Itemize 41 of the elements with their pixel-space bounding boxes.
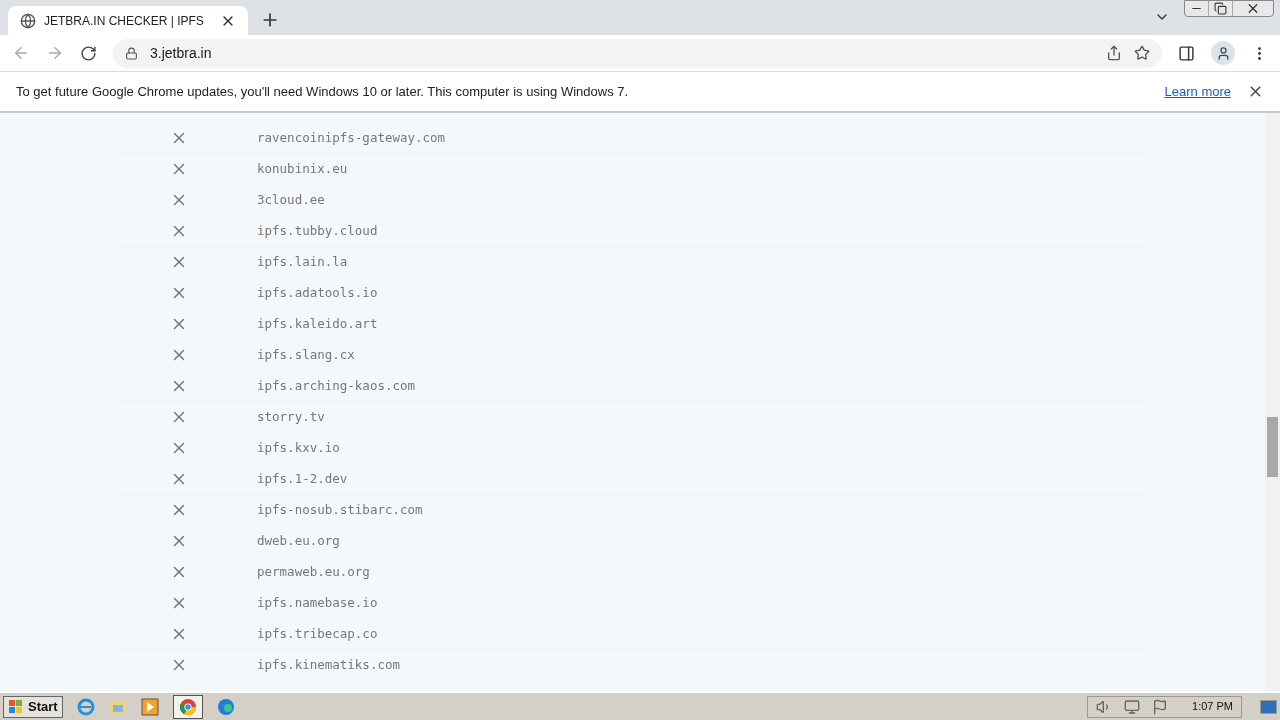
show-desktop-button[interactable] [1260, 699, 1277, 714]
gateway-host: ipfs.1-2.dev [257, 469, 348, 488]
profile-avatar[interactable] [1211, 41, 1235, 65]
person-icon [1215, 45, 1231, 61]
scrollbar-thumb[interactable] [1267, 417, 1278, 477]
share-icon[interactable] [1106, 45, 1122, 61]
gateway-host: ipfs.tubby.cloud [257, 221, 378, 240]
media-player-icon[interactable] [140, 697, 159, 716]
scrollbar[interactable] [1265, 113, 1280, 691]
gateway-host: ipfs.tribecap.co [257, 624, 378, 643]
globe-icon [20, 12, 36, 29]
gateway-host: ipfs.arching-kaos.com [257, 376, 416, 395]
flag-icon[interactable] [1152, 698, 1169, 715]
url-text: 3.jetbra.in [150, 43, 213, 63]
tab-title: JETBRA.IN CHECKER | IPFS [44, 12, 205, 30]
gateway-host: ipfs.adatools.io [257, 283, 378, 302]
clock: 1:07 PM [1192, 699, 1233, 715]
reload-icon[interactable] [80, 44, 97, 62]
address-bar[interactable]: 3.jetbra.in [113, 38, 1162, 68]
gateway-host: konubinix.eu [257, 159, 348, 178]
gateway-host: ipfs.namebase.io [257, 593, 378, 612]
learn-more-link[interactable]: Learn more [1164, 81, 1231, 102]
gateway-host: permaweb.eu.org [257, 562, 370, 581]
gateway-host: ipfs-nosub.stibarc.com [257, 500, 423, 519]
start-button[interactable]: Start [3, 695, 63, 718]
gateway-host: ravencoinipfs-gateway.com [257, 128, 446, 147]
gateway-host: dweb.eu.org [257, 531, 340, 550]
gateway-host: ipfs.kinematiks.com [257, 655, 400, 674]
gateway-host: ipfs.kaleido.art [257, 314, 378, 333]
gateway-host: 3cloud.ee [257, 190, 325, 209]
lock-icon [125, 46, 138, 60]
browser-tab[interactable]: JETBRA.IN CHECKER | IPFS [8, 6, 248, 35]
side-panel-icon[interactable] [1178, 44, 1195, 62]
gateway-host: storry.tv [257, 407, 325, 426]
star-icon[interactable] [1134, 45, 1150, 61]
gateway-host: ipfs.slang.cx [257, 345, 355, 364]
windows-logo-icon [8, 698, 24, 715]
update-message: To get future Google Chrome updates, you'll need Windows 10 or later. This computer is using Windows 7. [16, 82, 630, 101]
chrome-taskbar-button[interactable] [172, 694, 203, 719]
gateway-host: ipfs.lain.la [257, 252, 348, 271]
gateway-host: ipfs.kxv.io [257, 438, 340, 457]
